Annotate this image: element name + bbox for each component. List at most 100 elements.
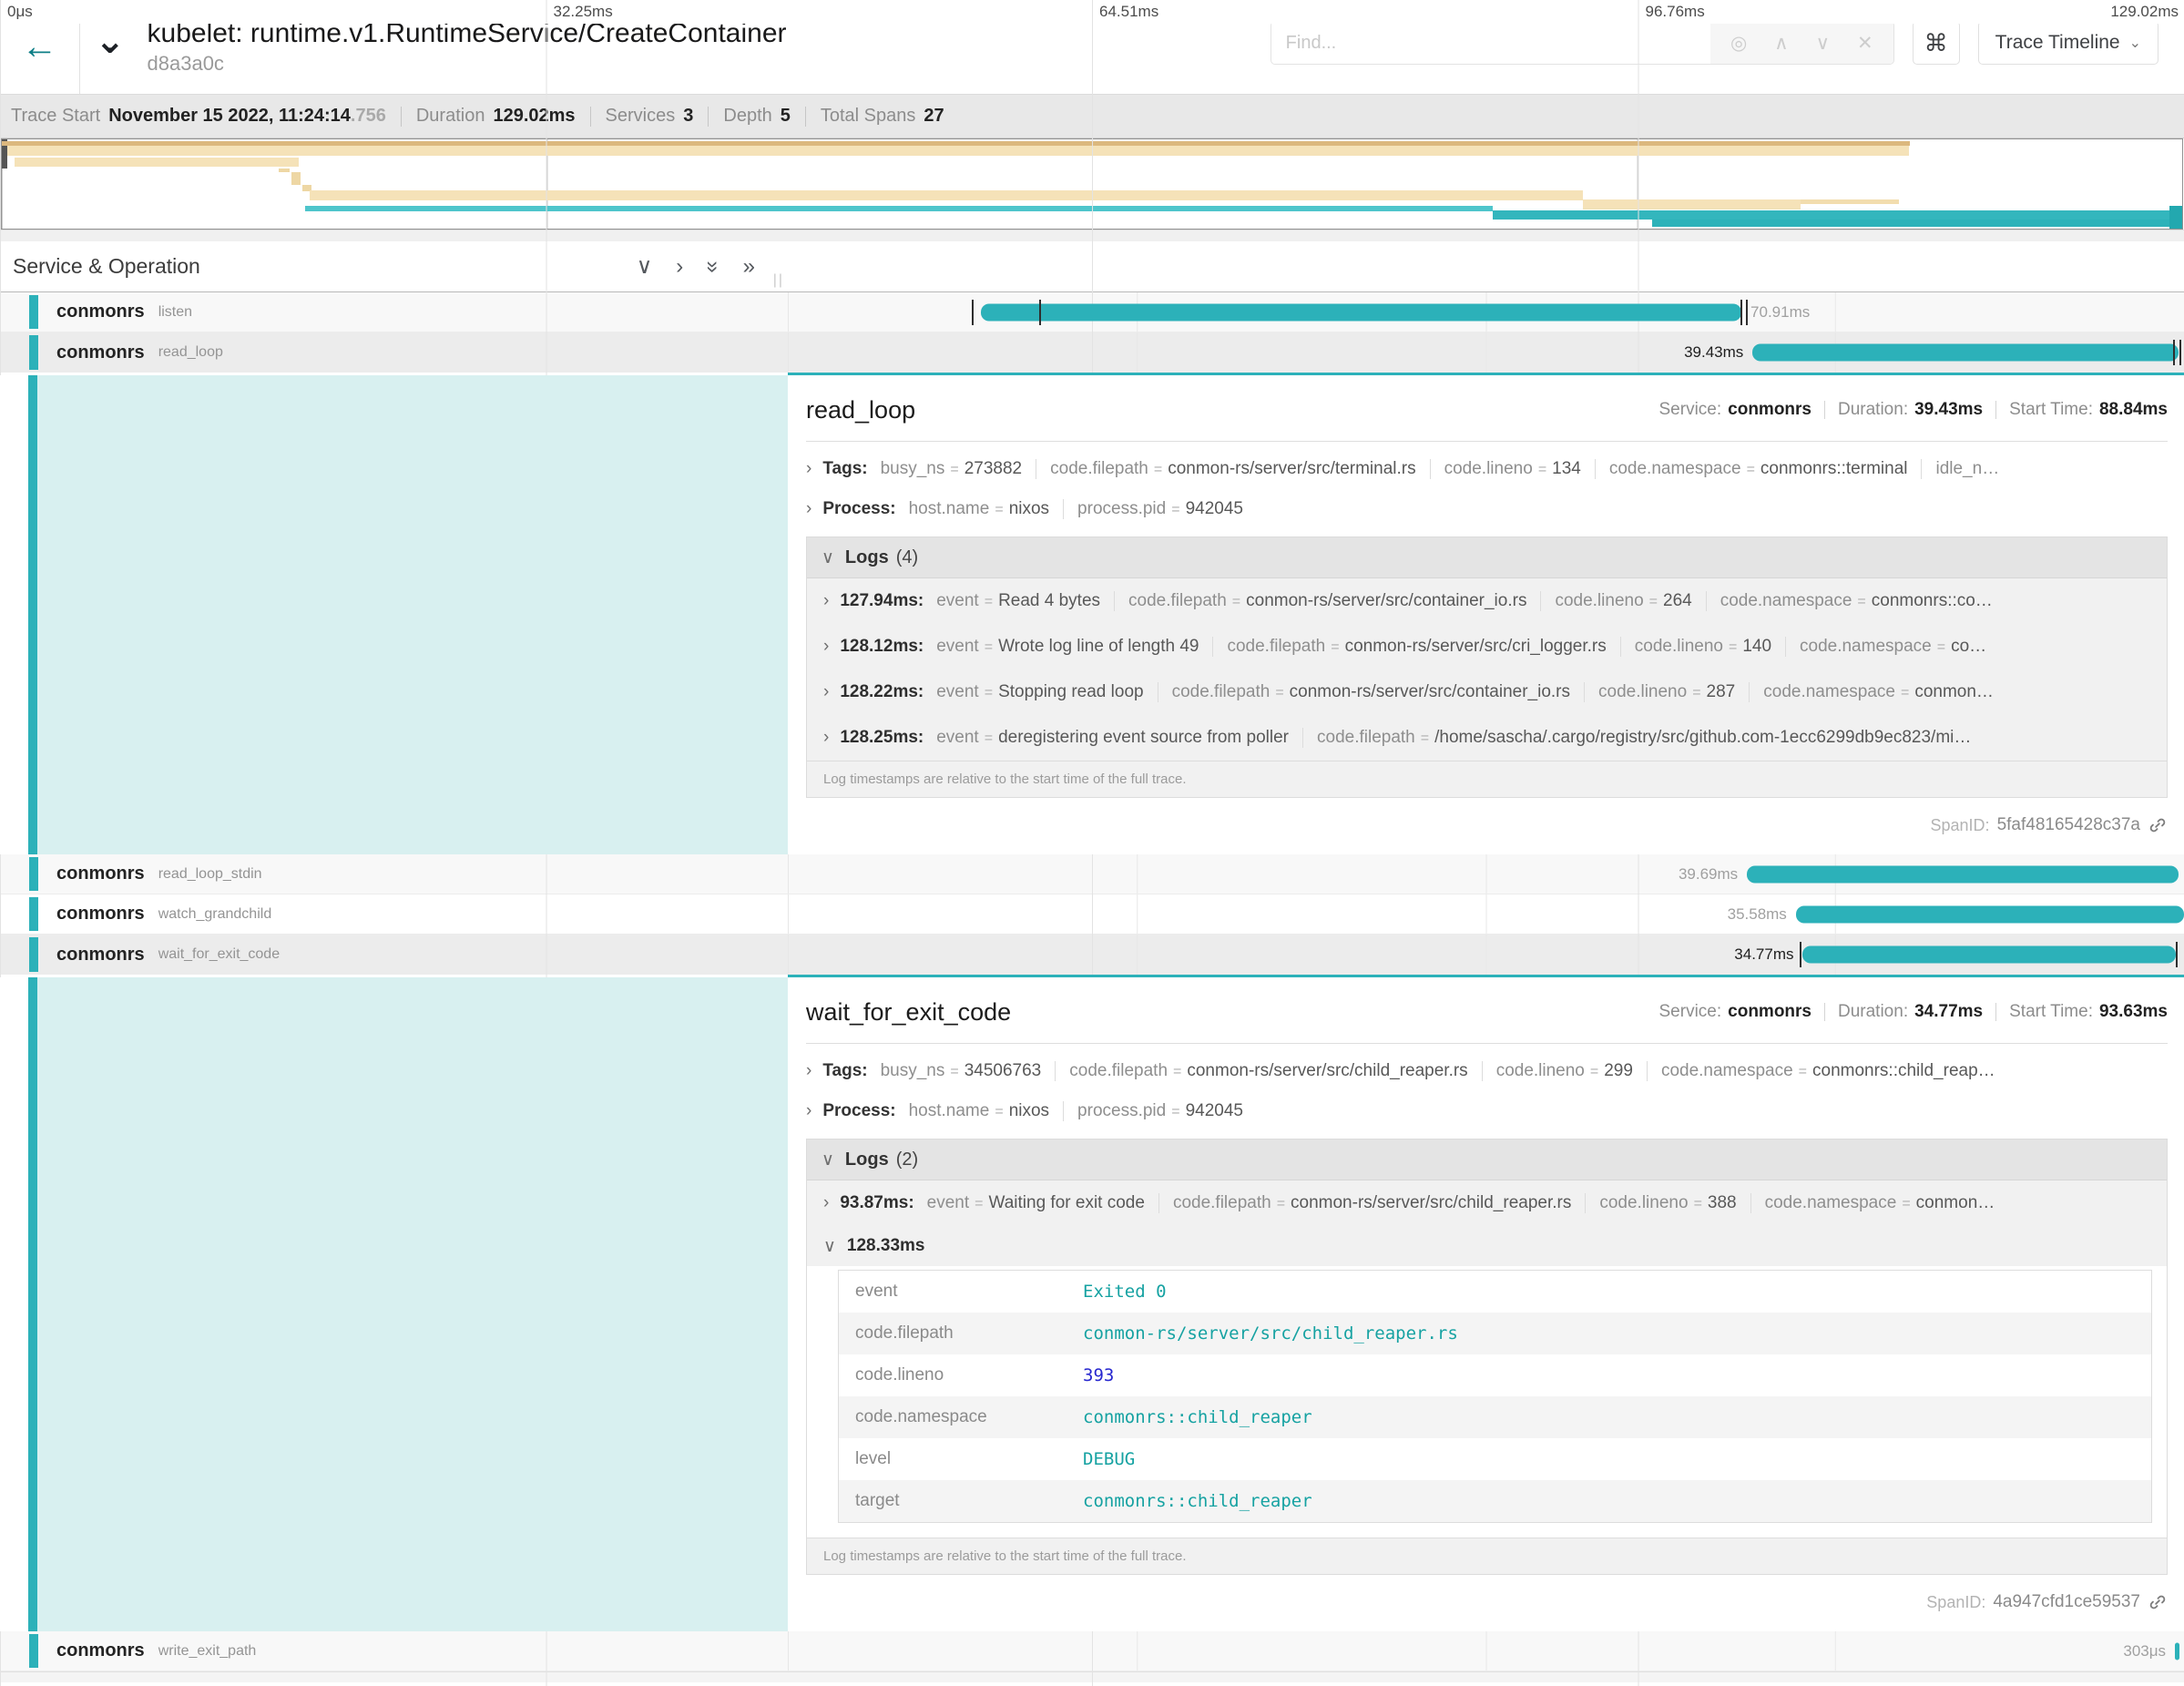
log-entry-row[interactable]: ›128.25ms:event=deregistering event sour…	[807, 715, 2167, 761]
process-label: Process:	[822, 499, 895, 519]
log-field-item[interactable]: event=Waiting for exit code	[927, 1193, 1145, 1213]
span-timeline-cell[interactable]: 70.91ms	[788, 292, 2184, 332]
log-fields: event=Waiting for exit code code.filepath…	[927, 1193, 1995, 1213]
span-row-label-cell[interactable]: conmonrs listen	[0, 292, 788, 332]
log-entry-row[interactable]: ›128.22ms:event=Stopping read loopcode.f…	[807, 669, 2167, 715]
process-item[interactable]: host.name=nixos	[909, 1101, 1049, 1121]
logs-header[interactable]: ∨ Logs (2)	[807, 1139, 2167, 1180]
tag-item[interactable]: code.namespace=conmonrs::child_reap…	[1661, 1061, 1995, 1081]
span-row[interactable]: conmonrs listen 70.91ms	[0, 292, 2184, 332]
service-name: conmonrs	[56, 301, 145, 322]
equals-sign: =	[1692, 685, 1700, 700]
span-row-label-cell[interactable]: conmonrs watch_grandchild	[0, 894, 788, 934]
process-row[interactable]: › Process: host.name=nixosprocess.pid=94…	[806, 489, 2168, 529]
log-marker-tick	[1740, 300, 1742, 325]
span-row[interactable]: conmonrs wait_for_exit_code 34.77ms	[0, 935, 2184, 975]
log-field-item[interactable]: code.lineno=388	[1599, 1193, 1736, 1213]
span-row[interactable]: conmonrs read_loop 39.43ms	[0, 332, 2184, 373]
field-key: code.namespace	[855, 1407, 1083, 1427]
log-field-row: code.lineno393	[839, 1354, 2151, 1396]
span-duration-bar[interactable]	[1796, 905, 2184, 923]
operation-name: read_loop_stdin	[158, 866, 262, 883]
span-id-label: SpanID:	[1926, 1593, 1985, 1612]
process-item[interactable]: host.name=nixos	[909, 499, 1049, 519]
log-field-item[interactable]: code.namespace=co…	[1800, 637, 1986, 657]
tag-item[interactable]: code.namespace=conmonrs::terminal	[1609, 459, 1908, 479]
tags-row[interactable]: › Tags: busy_ns=34506763code.filepath=co…	[806, 1051, 2168, 1091]
log-field-item[interactable]: code.namespace=conmon…	[1763, 682, 1994, 702]
equals-sign: =	[950, 1064, 958, 1079]
log-field-item[interactable]: event=Stopping read loop	[936, 682, 1143, 702]
span-row-label-cell[interactable]: conmonrs write_exit_path	[0, 1631, 788, 1671]
log-field-item[interactable]: event=Read 4 bytes	[936, 591, 1100, 611]
span-duration-bar[interactable]	[981, 303, 1741, 321]
log-timestamp: 128.12ms:	[840, 637, 924, 657]
tag-item[interactable]: idle_n…	[1935, 459, 1999, 479]
span-duration-bar[interactable]	[1802, 946, 2175, 964]
log-field-item[interactable]: code.lineno=264	[1555, 591, 1691, 611]
kv-key: busy_ns	[881, 459, 945, 478]
span-row-label-cell[interactable]: conmonrs read_loop_stdin	[0, 854, 788, 894]
log-field-item[interactable]: code.filepath=/home/sascha/.cargo/regist…	[1317, 728, 1971, 748]
span-duration-bar[interactable]	[2175, 1642, 2179, 1660]
log-entry-row[interactable]: ›93.87ms:event=Waiting for exit codecode…	[807, 1180, 2167, 1226]
span-meta: Service:conmonrs Duration:39.43ms Start …	[1659, 400, 2169, 420]
deep-link-icon[interactable]	[2148, 1592, 2168, 1612]
span-timeline-cell[interactable]: 39.43ms	[788, 332, 2184, 373]
field-value: Exited 0	[1083, 1282, 1167, 1302]
log-fields-table: eventExited 0code.filepathconmon-rs/serv…	[838, 1270, 2152, 1523]
tag-item[interactable]: busy_ns=34506763	[881, 1061, 1042, 1081]
tag-item[interactable]: busy_ns=273882	[881, 459, 1023, 479]
log-field-item[interactable]: code.namespace=conmonrs::co…	[1720, 591, 1993, 611]
log-field-item[interactable]: code.filepath=conmon-rs/server/src/conta…	[1128, 591, 1526, 611]
field-key: code.lineno	[855, 1365, 1083, 1385]
log-timestamp: 128.22ms:	[840, 682, 924, 702]
span-row-label-cell[interactable]: conmonrs wait_for_exit_code	[0, 935, 788, 975]
log-field-item[interactable]: code.namespace=conmon…	[1765, 1193, 1995, 1213]
log-fields: event=Stopping read loop code.filepath=co…	[936, 682, 1994, 702]
kv-key: busy_ns	[881, 1061, 945, 1080]
log-timestamp: 128.25ms:	[840, 728, 924, 748]
span-duration-bar[interactable]	[1752, 344, 2179, 362]
process-item[interactable]: process.pid=942045	[1077, 1101, 1243, 1121]
kv-key: event	[936, 728, 978, 747]
span-color-bar	[29, 1634, 38, 1668]
process-item[interactable]: process.pid=942045	[1077, 499, 1243, 519]
log-entry-row[interactable]: ›127.94ms:event=Read 4 bytescode.filepat…	[807, 578, 2167, 624]
span-timeline-cell[interactable]: 39.69ms	[788, 854, 2184, 894]
log-entry-row[interactable]: ›128.12ms:event=Wrote log line of length…	[807, 624, 2167, 669]
span-timeline-cell[interactable]: 303μs	[788, 1631, 2184, 1671]
process-row[interactable]: › Process: host.name=nixosprocess.pid=94…	[806, 1091, 2168, 1131]
log-field-item[interactable]: code.filepath=conmon-rs/server/src/child…	[1173, 1193, 1571, 1213]
deep-link-icon[interactable]	[2148, 815, 2168, 835]
kv-value: conmon-rs/server/src/child_reaper.rs	[1187, 1061, 1467, 1080]
tag-item[interactable]: code.filepath=conmon-rs/server/src/termi…	[1050, 459, 1415, 479]
tag-item[interactable]: code.filepath = conmon-rs/server/src/child…	[1069, 1061, 1467, 1081]
kv-key: code.filepath	[1050, 459, 1148, 478]
log-field-item[interactable]: code.lineno=287	[1598, 682, 1735, 702]
span-row[interactable]: conmonrs read_loop_stdin 39.69ms	[0, 854, 2184, 894]
span-row[interactable]: conmonrs watch_grandchild 35.58ms	[0, 894, 2184, 935]
log-field-item[interactable]: code.filepath=conmon-rs/server/src/conta…	[1172, 682, 1570, 702]
kv-value: nixos	[1009, 1101, 1049, 1120]
span-row[interactable]: conmonrs write_exit_path 303μs	[0, 1631, 2184, 1671]
kv-divider	[1584, 682, 1585, 702]
span-row-label-cell[interactable]: conmonrs read_loop	[0, 332, 788, 373]
tag-item[interactable]: code.lineno=134	[1444, 459, 1581, 479]
span-duration-bar[interactable]	[1747, 865, 2179, 883]
kv-divider	[1706, 591, 1707, 611]
kv-key: code.filepath	[1069, 1061, 1168, 1080]
expanded-log-header[interactable]: ∨128.33ms	[807, 1226, 2167, 1266]
log-field-item[interactable]: event=Wrote log line of length 49	[936, 637, 1199, 657]
logs-header[interactable]: ∨ Logs (4)	[807, 537, 2167, 578]
span-timeline-cell[interactable]: 34.77ms	[788, 935, 2184, 975]
log-field-item[interactable]: code.filepath=conmon-rs/server/src/cri_l…	[1227, 637, 1606, 657]
span-timeline-cell[interactable]: 35.58ms	[788, 894, 2184, 934]
tags-row[interactable]: › Tags: busy_ns=273882code.filepath=conm…	[806, 449, 2168, 489]
service-name: conmonrs	[56, 1640, 145, 1661]
equals-sign: =	[1173, 1064, 1181, 1079]
tag-item[interactable]: code.lineno=299	[1496, 1061, 1633, 1081]
log-field-item[interactable]: code.lineno=140	[1635, 637, 1771, 657]
kv-divider	[1620, 637, 1621, 657]
log-field-item[interactable]: event=deregistering event source from po…	[936, 728, 1289, 748]
